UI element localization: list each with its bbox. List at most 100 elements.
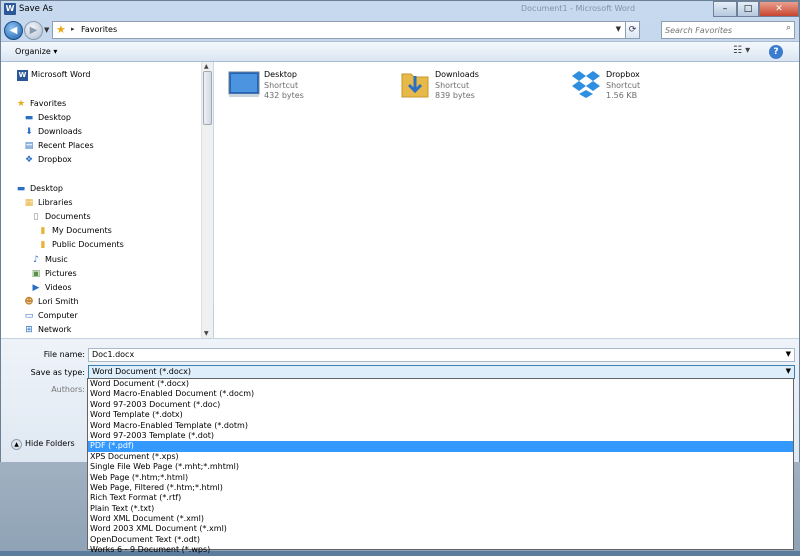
file-name: Dropbox <box>606 70 640 79</box>
chevron-up-icon: ▲ <box>11 439 22 450</box>
navigation-pane: W Microsoft Word ★ Favorites ▬ Desktop ⬇ Dow… <box>1 62 213 338</box>
desktop-icon: ▬ <box>16 184 26 194</box>
minimize-button[interactable]: – <box>713 1 737 17</box>
music-icon: ♪ <box>33 255 39 265</box>
chevron-down-icon[interactable]: ▼ <box>786 350 791 358</box>
arrow-right-icon: ▶ <box>29 25 38 36</box>
maximize-button[interactable]: □ <box>737 1 759 17</box>
word-icon: W <box>17 70 28 81</box>
hide-folders-label: Hide Folders <box>25 439 75 448</box>
dialog-title: Save As <box>19 4 53 14</box>
save-as-type-select[interactable]: Word Document (*.docx) ▼ <box>88 365 795 379</box>
file-item-dropbox[interactable]: Dropbox Shortcut 1.56 KB <box>570 68 730 104</box>
sidebar-item-label: Public Documents <box>52 240 124 249</box>
type-option[interactable]: Word 97-2003 Template (*.dot) <box>88 431 793 441</box>
file-item-downloads[interactable]: Downloads Shortcut 839 bytes <box>399 68 559 104</box>
navigation-bar: ◀ ▶ ▼ ★ ▸ Favorites ▼ ⟳ ⌕ <box>1 19 799 41</box>
dropbox-icon: ❖ <box>24 155 34 165</box>
maximize-icon: □ <box>743 4 753 14</box>
type-option[interactable]: Word Document (*.docx) <box>88 379 793 389</box>
address-dropdown-icon[interactable]: ▼ <box>616 25 621 33</box>
navigation-pane-scrollbar[interactable]: ▲ ▼ <box>201 62 213 338</box>
search-input[interactable] <box>665 23 775 37</box>
sidebar-item-downloads[interactable]: ⬇ Downloads <box>23 127 82 141</box>
sidebar-item-microsoft-word[interactable]: W Microsoft Word <box>17 70 91 84</box>
save-as-type-label: Save as type: <box>30 368 85 377</box>
recent-pages-button[interactable]: ▼ <box>44 26 49 34</box>
user-icon: ☻ <box>24 297 34 307</box>
organize-button[interactable]: Organize ▾ <box>15 47 57 56</box>
videos-icon: ▶ <box>32 283 40 293</box>
sidebar-item-label: Libraries <box>38 198 73 207</box>
breadcrumb-favorites[interactable]: Favorites <box>81 25 117 34</box>
file-size: 1.56 KB <box>606 91 638 100</box>
type-option[interactable]: Works 6 - 9 Document (*.wps) <box>88 545 793 555</box>
sidebar-item-desktop-favorite[interactable]: ▬ Desktop <box>23 113 71 127</box>
sidebar-item-label: Dropbox <box>38 155 72 164</box>
documents-icon: ▯ <box>33 212 39 222</box>
sidebar-item-documents[interactable]: ▯ Documents <box>30 212 91 226</box>
sidebar-item-computer[interactable]: ▭ Computer <box>23 311 78 325</box>
type-option[interactable]: OpenDocument Text (*.odt) <box>88 535 793 545</box>
file-name: Desktop <box>264 70 297 79</box>
arrow-left-icon: ◀ <box>9 25 18 36</box>
scroll-up-icon[interactable]: ▲ <box>204 63 209 70</box>
chevron-down-icon: ▼ <box>44 26 50 34</box>
sidebar-item-libraries[interactable]: ▦ Libraries <box>23 198 73 212</box>
sidebar-item-favorites[interactable]: ★ Favorites <box>15 99 66 113</box>
scroll-down-icon[interactable]: ▼ <box>204 330 209 337</box>
refresh-button[interactable]: ⟳ <box>626 21 640 39</box>
type-option[interactable]: Word XML Document (*.xml) <box>88 514 793 524</box>
close-button[interactable]: ✕ <box>759 1 799 17</box>
chevron-down-icon[interactable]: ▼ <box>786 367 791 375</box>
folder-icon: ▮ <box>40 226 46 236</box>
sidebar-item-network[interactable]: ⊞ Network <box>23 325 71 339</box>
sidebar-item-label: Downloads <box>38 127 82 136</box>
search-box[interactable]: ⌕ <box>661 21 795 39</box>
help-icon[interactable]: ? <box>769 45 783 59</box>
pictures-icon: ▣ <box>31 269 41 279</box>
type-option[interactable]: Word Macro-Enabled Template (*.dotm) <box>88 421 793 431</box>
sidebar-item-lori-smith[interactable]: ☻ Lori Smith <box>23 297 78 311</box>
type-option[interactable]: Word 97-2003 Document (*.doc) <box>88 400 793 410</box>
type-option[interactable]: Rich Text Format (*.rtf) <box>88 493 793 503</box>
sidebar-item-desktop[interactable]: ▬ Desktop <box>15 184 63 198</box>
type-option[interactable]: Word Macro-Enabled Document (*.docm) <box>88 389 793 399</box>
title-bar[interactable]: W Save As Document1 - Microsoft Word – □… <box>1 1 799 19</box>
type-option[interactable]: XPS Document (*.xps) <box>88 452 793 462</box>
hide-folders-button[interactable]: ▲ Hide Folders <box>11 439 75 450</box>
sidebar-item-pictures[interactable]: ▣ Pictures <box>30 269 77 283</box>
type-option[interactable]: Word 2003 XML Document (*.xml) <box>88 524 793 534</box>
type-option-highlighted[interactable]: PDF (*.pdf) <box>88 441 793 452</box>
sidebar-item-label: Computer <box>38 311 78 320</box>
type-option[interactable]: Plain Text (*.txt) <box>88 504 793 514</box>
sidebar-item-videos[interactable]: ▶ Videos <box>30 283 72 297</box>
file-name-field[interactable]: Doc1.docx ▼ <box>88 348 795 362</box>
type-option[interactable]: Web Page (*.htm;*.html) <box>88 473 793 483</box>
address-bar[interactable]: ★ ▸ Favorites ▼ <box>52 21 626 39</box>
sidebar-item-label: Favorites <box>30 99 67 108</box>
sidebar-item-music[interactable]: ♪ Music <box>30 255 68 269</box>
sidebar-item-recent-places[interactable]: ▤ Recent Places <box>23 141 94 155</box>
sidebar-item-my-documents[interactable]: ▮ My Documents <box>37 226 112 240</box>
save-as-type-dropdown-list[interactable]: Word Document (*.docx) Word Macro-Enable… <box>87 378 794 554</box>
change-view-icon[interactable]: ☷ ▾ <box>733 45 750 56</box>
type-option[interactable]: Single File Web Page (*.mht;*.mhtml) <box>88 462 793 472</box>
forward-button[interactable]: ▶ <box>24 21 43 40</box>
sidebar-item-public-documents[interactable]: ▮ Public Documents <box>37 240 124 254</box>
sidebar-item-label: Microsoft Word <box>31 70 91 79</box>
file-name-value: Doc1.docx <box>92 350 135 359</box>
scrollbar-thumb[interactable] <box>203 71 212 125</box>
breadcrumb-separator-icon[interactable]: ▸ <box>71 25 75 33</box>
computer-icon: ▭ <box>24 311 34 321</box>
file-item-desktop[interactable]: Desktop Shortcut 432 bytes <box>228 68 388 104</box>
back-button[interactable]: ◀ <box>4 21 23 40</box>
type-option[interactable]: Web Page, Filtered (*.htm;*.html) <box>88 483 793 493</box>
word-app-icon: W <box>4 3 16 15</box>
search-icon: ⌕ <box>785 23 791 33</box>
sidebar-item-dropbox[interactable]: ❖ Dropbox <box>23 155 72 169</box>
desktop-shortcut-icon <box>228 71 260 97</box>
type-option[interactable]: Word Template (*.dotx) <box>88 410 793 420</box>
downloads-icon: ⬇ <box>25 127 33 137</box>
background-window-title: Document1 - Microsoft Word <box>521 4 636 13</box>
